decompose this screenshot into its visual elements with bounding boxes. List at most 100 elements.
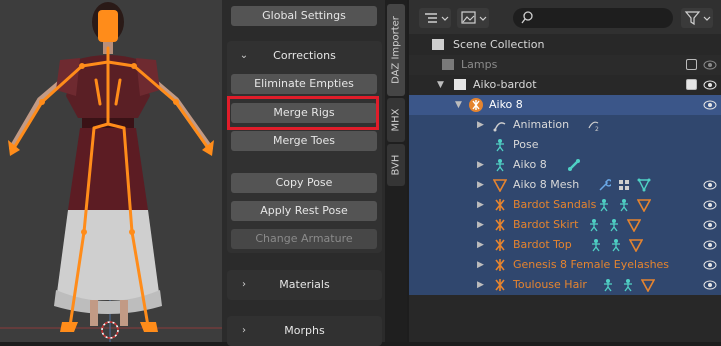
display-mode-dropdown[interactable] [419,8,451,28]
expand-down-icon[interactable]: ▼ [437,75,444,95]
expand-right-icon[interactable]: ▶ [477,175,484,195]
funnel-icon [684,11,711,26]
highlight-rectangle [227,96,379,130]
sidebar-panel: Global Settings ⌄ Corrections Eliminate … [222,0,385,346]
armature-data-icon [624,279,632,292]
row-label: Aiko-bardot [473,78,537,91]
tab-mhx[interactable]: MHX [387,98,405,142]
eliminate-empties-button[interactable]: Eliminate Empties [231,74,377,94]
expand-right-icon[interactable]: ▶ [477,255,484,275]
pose-icon [600,199,608,212]
expand-right-icon[interactable]: ▶ [477,275,484,295]
row-label: Scene Collection [453,38,545,51]
exclude-checkbox[interactable] [686,79,697,90]
eye-icon[interactable] [703,178,717,192]
tab-label: BVH [390,154,402,176]
3d-viewport[interactable] [0,0,222,342]
wrench-icon [599,179,611,191]
eye-icon[interactable] [703,98,717,112]
expand-right-icon[interactable]: ▶ [477,155,484,175]
pose-icon [496,139,504,152]
expand-down-icon[interactable]: ▼ [455,95,462,115]
row-label: Aiko 8 [489,98,523,111]
tab-bvh[interactable]: BVH [387,144,405,186]
scene-collection-icon [432,39,444,50]
expand-right-icon[interactable]: ▶ [477,115,484,135]
eye-icon[interactable] [703,58,717,72]
filter-view-dropdown[interactable] [457,8,489,28]
animation-icon [493,122,506,132]
eye-icon[interactable] [703,218,717,232]
sidebar-tabs: DAZ Importer MHX BVH [385,0,407,342]
row-label: Toulouse Hair [513,278,587,291]
pose-icon [604,279,612,292]
character-figure [0,2,222,342]
merge-toes-button[interactable]: Merge Toes [231,131,377,151]
tab-daz-importer[interactable]: DAZ Importer [387,4,405,96]
armature-data-icon [610,219,618,232]
copy-pose-button[interactable]: Copy Pose [231,173,377,193]
search-input[interactable] [513,8,673,28]
animation-row[interactable]: ▶ Animation 2 [409,115,721,135]
corrections-header[interactable]: ⌄ Corrections [227,41,382,71]
child-object-row[interactable]: ▶ Bardot Sandals [409,195,721,215]
materials-panel[interactable]: › Materials [227,270,382,300]
expand-right-icon[interactable]: ▶ [477,215,484,235]
image-icon [461,11,487,24]
expand-right-icon[interactable]: ▶ [477,235,484,255]
row-label: Bardot Skirt [513,218,579,231]
row-label: Aiko 8 Mesh [513,178,580,191]
pose-row[interactable]: Pose [409,135,721,155]
armature-data-row[interactable]: ▶ Aiko 8 [409,155,721,175]
row-label: Animation [513,118,570,131]
collection-icon [442,59,454,70]
global-settings-button[interactable]: Global Settings [231,6,377,26]
armature-row[interactable]: ▼ Aiko 8 [409,95,721,115]
search-icon [521,11,533,24]
row-label: Lamps [461,58,498,71]
expand-right-icon[interactable]: ▶ [477,195,484,215]
svg-text:2: 2 [595,126,599,132]
tab-label: DAZ Importer [390,16,402,84]
mesh-icon [641,279,655,292]
armature-icon [495,279,505,291]
tab-label: MHX [390,108,402,132]
mesh-icon [493,179,507,192]
list-icon [425,13,449,23]
pose-icon [590,219,598,232]
armature-icon [495,259,505,271]
filter-dropdown[interactable] [681,8,713,28]
chevron-right-icon: › [242,279,246,290]
mesh-icon [627,219,641,232]
child-object-row[interactable]: ▶ Bardot Top [409,235,721,255]
row-label: Bardot Sandals [513,198,597,211]
armature-icon [495,219,505,231]
morphs-title: Morphs [284,324,325,337]
apply-rest-pose-button[interactable]: Apply Rest Pose [231,201,377,221]
mesh-row[interactable]: ▶ Aiko 8 Mesh [409,175,721,195]
outliner-header [409,0,721,34]
collection-icon [454,79,466,90]
exclude-checkbox[interactable] [686,59,697,70]
vertex-groups-icon [619,180,629,190]
lamps-row[interactable]: Lamps [409,55,721,75]
action-icon: 2 [588,121,599,132]
row-label: Aiko 8 [513,158,547,171]
eye-icon[interactable] [703,278,717,292]
mesh-data-icon [637,178,651,192]
eye-icon[interactable] [703,78,717,92]
collection-row[interactable]: ▼ Aiko-bardot [409,75,721,95]
row-label: Bardot Top [513,238,572,251]
mesh-icon [637,199,651,212]
materials-title: Materials [279,278,330,291]
eye-icon[interactable] [703,198,717,212]
eye-icon[interactable] [703,238,717,252]
armature-data-icon [612,239,620,252]
child-object-row[interactable]: ▶ Toulouse Hair [409,275,721,295]
chevron-down-icon: ⌄ [239,50,249,61]
change-armature-button: Change Armature [231,229,377,249]
child-object-row[interactable]: ▶ Genesis 8 Female Eyelashes [409,255,721,275]
eye-icon[interactable] [703,258,717,272]
child-object-row[interactable]: ▶ Bardot Skirt [409,215,721,235]
scene-collection-row[interactable]: Scene Collection [409,35,721,55]
